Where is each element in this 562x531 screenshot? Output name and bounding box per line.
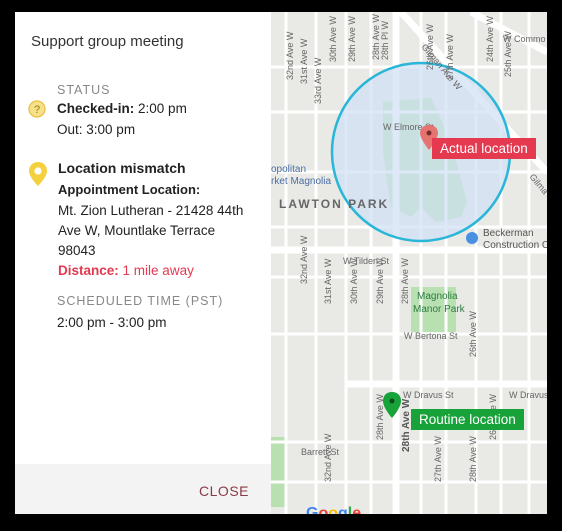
metropolitan-label-2: rket Magnolia [271,176,331,187]
google-logo: Google [306,505,361,514]
street-label: 32nd Ave W [299,235,309,284]
map-view[interactable]: W Commo Gilman Ave W Gilma W Elmore St W… [271,12,547,514]
actual-location-badge[interactable]: Actual location [432,138,536,159]
google-letter: G [306,505,319,514]
street-label: 28th Ave W [400,258,410,304]
street-label: 30th Ave W [328,16,338,62]
distance-value: 1 mile away [122,263,194,278]
street-label: 29th Ave W [347,16,357,62]
street-label: 33rd Ave W [313,57,323,104]
svg-text:?: ? [34,104,40,116]
business-pin-icon[interactable] [466,232,478,244]
street-label: 31st Ave W [323,258,333,304]
beckerman-label: Beckerman [483,228,534,239]
google-letter: e [352,505,362,514]
beckerman-label-2: Construction Co [483,240,547,251]
magnolia-manor-label: Magnolia [417,291,458,302]
out-row: Out: 3:00 pm [57,122,135,137]
checked-in-label: Checked-in: [57,101,135,116]
street-label: 25th Ave W [503,31,513,77]
checked-in-time: 2:00 pm [138,101,187,116]
distance-label: Distance: [58,263,119,278]
status-label: STATUS [57,83,111,97]
map-pin-icon [29,162,47,186]
scheduled-time-label: SCHEDULED TIME (PST) [57,294,224,308]
distance-row: Distance: 1 mile away [58,263,194,278]
street-label: 27th Ave W [445,34,455,80]
google-letter: g [338,505,348,514]
address-line-2: Ave W, Mountlake Terrace [58,223,216,238]
google-letter: o [318,505,329,514]
street-label: 27th Ave W [433,436,443,482]
street-label: 32nd Ave W [285,31,295,80]
magnolia-manor-label-2: Manor Park [413,304,466,315]
metropolitan-label: opolitan [271,164,306,175]
street-label: W Bertona St [404,331,458,341]
street-label: 24th Ave W [485,16,495,62]
checked-in-row: Checked-in: 2:00 pm [57,101,187,116]
out-label: Out: [57,122,83,137]
street-label: 26th Ave W [468,311,478,357]
street-label: 26th Ave W [425,24,435,70]
details-panel: Support group meeting STATUS ? Checked-i… [15,12,271,514]
lawton-park-label: LAWTON PARK [279,197,389,211]
appointment-location-label: Appointment Location: [58,182,201,197]
close-button[interactable]: CLOSE [199,483,249,499]
map-canvas[interactable]: W Commo Gilman Ave W Gilma W Elmore St W… [271,12,547,514]
street-label: 29th Ave W [375,258,385,304]
routine-location-badge[interactable]: Routine location [411,409,524,430]
street-label: 28th Pl W [380,20,390,60]
street-label: W Dravus St [403,390,454,400]
park-area-left [271,437,285,507]
street-label: 30th Ave W [349,258,359,304]
street-label: Barrett St [301,447,340,457]
street-label: 32nd Ave W [323,433,333,482]
dialog-footer: CLOSE [15,464,271,514]
out-time: 3:00 pm [86,122,136,137]
street-label: 28th Ave W [468,436,478,482]
question-circle-icon: ? [28,100,46,118]
street-label: W Dravus St [509,390,547,400]
street-label: 31st Ave W [299,38,309,84]
dialog-title: Support group meeting [31,33,184,50]
location-mismatch-title: Location mismatch [58,160,186,176]
address-line-1: Mt. Zion Lutheran - 21428 44th [58,203,244,218]
google-letter: o [328,505,339,514]
address-line-3: 98043 [58,243,96,258]
scheduled-time-value: 2:00 pm - 3:00 pm [57,315,167,330]
visit-detail-dialog: Support group meeting STATUS ? Checked-i… [15,12,547,514]
